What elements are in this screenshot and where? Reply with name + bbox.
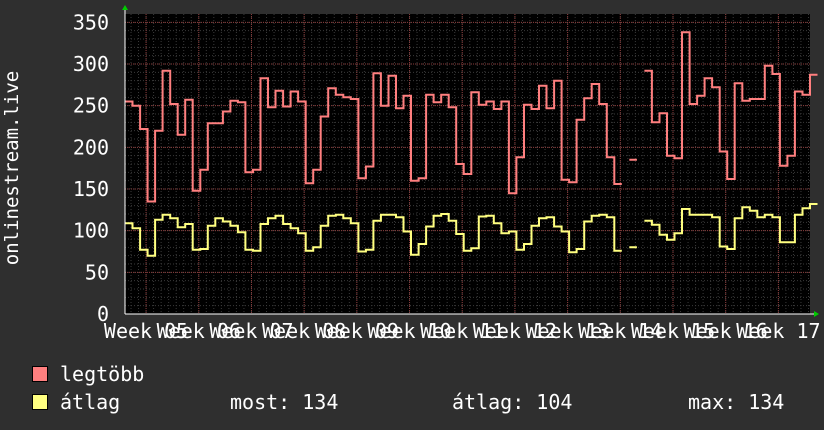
y-tick-label: 200 (73, 135, 109, 159)
legend-label-max: legtöbb (60, 362, 145, 386)
legend-swatch-avg (32, 394, 48, 410)
y-tick-label: 300 (73, 52, 109, 76)
legend-swatch-max (32, 366, 48, 382)
x-axis-arrow (814, 311, 819, 317)
legend-item-avg: átlag (32, 390, 120, 414)
chart-root: 0 50 100 150 200 250 300 350 Week 05 Week 06 Week … (0, 0, 824, 430)
y-axis-arrow (122, 5, 128, 10)
stat-max: max: 134 (688, 390, 785, 414)
y-tick-label: 250 (73, 94, 109, 118)
y-axis-label: onlinestream.live (1, 70, 23, 266)
y-tick-label: 350 (73, 10, 109, 34)
legend-label-avg: átlag (60, 390, 121, 414)
legend-item-max: legtöbb (32, 362, 144, 386)
chart-canvas: 050100150200250300350Week 05Week 06Week … (73, 5, 821, 343)
y-tick-label: 100 (73, 219, 109, 243)
x-tick-label: Week 17 (736, 319, 820, 343)
y-tick-label: 50 (85, 260, 109, 284)
stat-now: most: 134 (230, 390, 339, 414)
stat-average: átlag: 104 (452, 390, 573, 414)
y-tick-label: 150 (73, 177, 109, 201)
